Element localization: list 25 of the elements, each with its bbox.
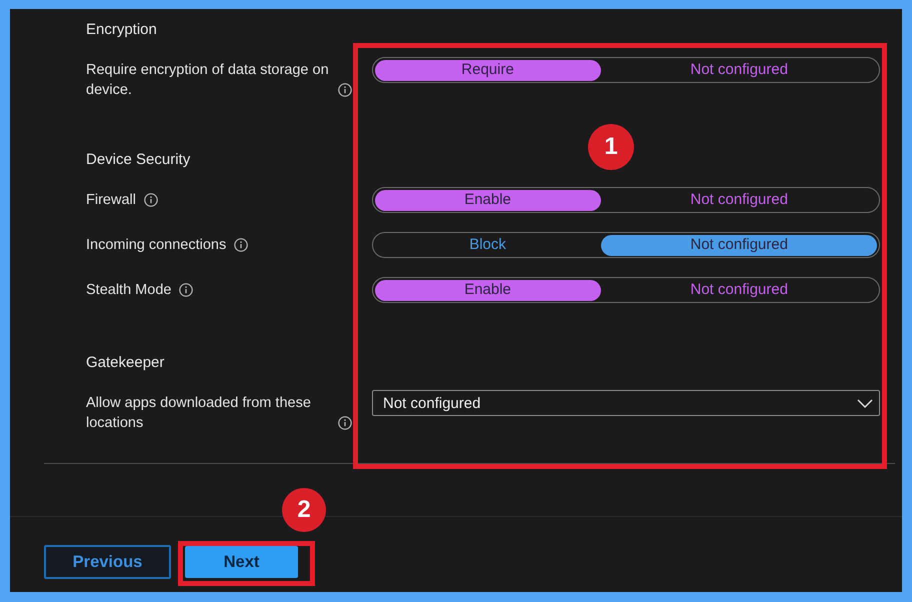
dropdown[interactable]: Not configured <box>372 390 880 416</box>
toggle-option[interactable]: Not configured <box>600 60 878 80</box>
toggle-option[interactable]: Not configured <box>600 280 878 300</box>
setting-label: Require encryption of data storage on device. <box>86 61 330 100</box>
setting-label: Stealth Mode <box>86 281 172 300</box>
toggle-option[interactable]: Not configured <box>600 234 878 256</box>
toggle-option[interactable]: Require <box>374 60 601 80</box>
info-icon[interactable] <box>179 283 194 297</box>
setting-label: Allow apps downloaded from these locations <box>86 394 312 433</box>
setting-label: Firewall <box>86 191 136 210</box>
section-title: Encryption <box>86 20 157 40</box>
toggle-option[interactable]: Block <box>374 234 601 256</box>
info-icon[interactable] <box>338 83 352 97</box>
section-title: Device Security <box>86 150 190 170</box>
chevron-down-icon <box>857 398 873 408</box>
section-title: Gatekeeper <box>86 353 164 373</box>
setting-label: Incoming connections <box>86 236 226 255</box>
info-icon[interactable] <box>144 193 158 207</box>
next-button[interactable]: Next <box>185 546 298 578</box>
toggle-option[interactable]: Enable <box>374 190 601 210</box>
info-icon[interactable] <box>338 416 352 430</box>
info-icon[interactable] <box>234 238 248 252</box>
previous-button[interactable]: Previous <box>44 545 171 579</box>
toggle-option[interactable]: Not configured <box>600 190 878 210</box>
toggle-option[interactable]: Enable <box>374 280 601 300</box>
